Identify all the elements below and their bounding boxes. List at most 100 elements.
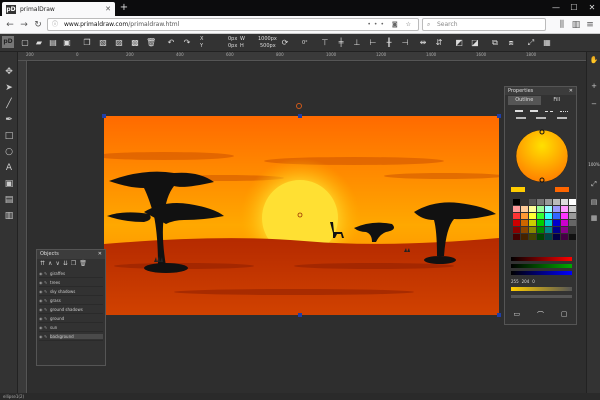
palette-swatch[interactable] [521, 227, 528, 233]
bounding-box-icon[interactable]: ▢ [561, 310, 568, 320]
objects-panel-header[interactable]: Objects ✕ [37, 250, 105, 259]
blue-slider[interactable] [511, 271, 572, 275]
copy-icon[interactable]: ❐ [82, 37, 92, 48]
palette-swatch[interactable] [529, 227, 536, 233]
rgb-b-value[interactable]: 0 [532, 279, 535, 284]
node-tool-icon[interactable]: ⌒ [537, 310, 544, 320]
duplicate-icon[interactable]: ▩ [130, 37, 140, 48]
list-item[interactable]: ◉ ✎ ground shadows [39, 305, 103, 314]
palette-swatch[interactable] [569, 213, 576, 219]
url-actions-icon[interactable]: ••• ◙ ☆ [367, 19, 414, 30]
rotate-icon[interactable]: ⟳ [280, 37, 290, 48]
w-value[interactable]: 1000px [258, 36, 277, 42]
minimize-icon[interactable]: — [548, 0, 564, 16]
red-slider[interactable] [511, 257, 572, 261]
bring-forward-icon[interactable]: ◩ [454, 37, 464, 48]
align-bottom-icon[interactable]: ⊥ [352, 37, 362, 48]
palette-swatch[interactable] [545, 227, 552, 233]
align-right-icon[interactable]: ⊣ [400, 37, 410, 48]
palette-swatch[interactable] [513, 213, 520, 219]
new-tab-button[interactable]: + [118, 2, 130, 14]
maximize-icon[interactable]: ☐ [566, 0, 582, 16]
color-wheel[interactable] [515, 129, 569, 183]
resize-handle-n[interactable] [298, 114, 302, 118]
clipboard-icon[interactable]: ▨ [114, 37, 124, 48]
palette-swatch[interactable] [529, 213, 536, 219]
palette-swatch[interactable] [537, 234, 544, 240]
duplicate-object-icon[interactable]: ❐ [71, 260, 76, 268]
list-item[interactable]: ◉ ✎ ground [39, 314, 103, 323]
palette-swatch[interactable] [569, 199, 576, 205]
opacity-slider[interactable] [511, 287, 572, 291]
close-window-icon[interactable]: ✕ [584, 0, 600, 16]
delete-icon[interactable]: 🗑 [146, 37, 156, 48]
palette-swatch[interactable] [561, 199, 568, 205]
stroke-swatch[interactable] [555, 187, 569, 192]
rectangle-tool-icon[interactable]: □ [3, 130, 15, 142]
line-tool-icon[interactable]: ╱ [3, 98, 15, 110]
palette-swatch[interactable] [521, 213, 528, 219]
search-input[interactable]: ⌕ Search [422, 18, 546, 31]
palette-swatch[interactable] [537, 206, 544, 212]
reload-icon[interactable]: ↻ [32, 18, 44, 32]
image-tool-icon[interactable]: ▣ [3, 178, 15, 190]
palette-swatch[interactable] [513, 234, 520, 240]
undo-icon[interactable]: ↶ [166, 37, 176, 48]
drawing-canvas[interactable] [104, 116, 499, 315]
palette-swatch[interactable] [521, 220, 528, 226]
ellipse-tool-icon[interactable]: ○ [3, 146, 15, 158]
pen-tool-icon[interactable]: ✒ [3, 114, 15, 126]
layers-tool-icon[interactable]: ▥ [3, 210, 15, 222]
stroke-width-slider[interactable] [511, 295, 572, 298]
zoom-in-icon[interactable]: + [588, 82, 600, 90]
resize-handle-ne[interactable] [497, 114, 501, 118]
palette-swatch[interactable] [553, 199, 560, 205]
save-icon[interactable]: ▣ [62, 37, 72, 48]
tab-outline[interactable]: Outline [508, 96, 541, 105]
palette-swatch[interactable] [569, 227, 576, 233]
palette-swatch[interactable] [553, 206, 560, 212]
url-bar[interactable]: ⓘ www.primaldraw.com/primaldraw.html •••… [47, 18, 419, 31]
resize-handle-nw[interactable] [102, 114, 106, 118]
palette-swatch[interactable] [569, 234, 576, 240]
line-cap-icon[interactable] [516, 117, 527, 119]
palette-swatch[interactable] [545, 199, 552, 205]
palette-swatch[interactable] [529, 206, 536, 212]
ungroup-icon[interactable]: ⧈ [506, 37, 516, 48]
palette-swatch[interactable] [537, 227, 544, 233]
palette-swatch[interactable] [537, 213, 544, 219]
rotation-value[interactable]: 0° [302, 40, 308, 46]
objects-close-icon[interactable]: ✕ [98, 250, 102, 259]
rotate-handle[interactable] [296, 103, 302, 109]
line-end-icon[interactable] [556, 117, 567, 119]
zoom-out-icon[interactable]: − [588, 100, 600, 108]
palette-swatch[interactable] [553, 213, 560, 219]
x-value[interactable]: 0px [228, 36, 237, 42]
palette-swatch[interactable] [561, 220, 568, 226]
export-icon[interactable]: ▦ [588, 214, 600, 222]
y-value[interactable]: 0px [228, 43, 237, 49]
flip-horizontal-icon[interactable]: ⇹ [418, 37, 428, 48]
open-folder-icon[interactable]: ▰ [34, 37, 44, 48]
list-item[interactable]: ◉ ✎ trees [39, 278, 103, 287]
pan-icon[interactable]: ✋ [588, 56, 600, 64]
move-tool-icon[interactable]: ✥ [3, 66, 15, 78]
new-file-icon[interactable]: ▢ [20, 37, 30, 48]
palette-swatch[interactable] [521, 234, 528, 240]
palette-swatch[interactable] [545, 220, 552, 226]
menu-icon[interactable]: ≡ [584, 18, 596, 32]
list-item[interactable]: ◉ ✎ grass [39, 296, 103, 305]
zoom-fit-icon[interactable]: ⤢ [526, 37, 536, 48]
move-top-icon[interactable]: ⇈ [40, 260, 45, 268]
edit-path-icon[interactable]: ▭ [513, 310, 520, 320]
palette-swatch[interactable] [561, 206, 568, 212]
fit-page-icon[interactable]: ⤢ [588, 180, 600, 189]
rgb-r-value[interactable]: 255 [511, 279, 519, 284]
library-icon[interactable]: ⫼ [556, 18, 568, 32]
align-middle-icon[interactable]: ╪ [336, 37, 346, 48]
palette-swatch[interactable] [561, 213, 568, 219]
palette-swatch[interactable] [513, 220, 520, 226]
align-left-icon[interactable]: ⊢ [368, 37, 378, 48]
palette-swatch[interactable] [569, 206, 576, 212]
site-info-icon[interactable]: ⓘ [52, 19, 58, 30]
